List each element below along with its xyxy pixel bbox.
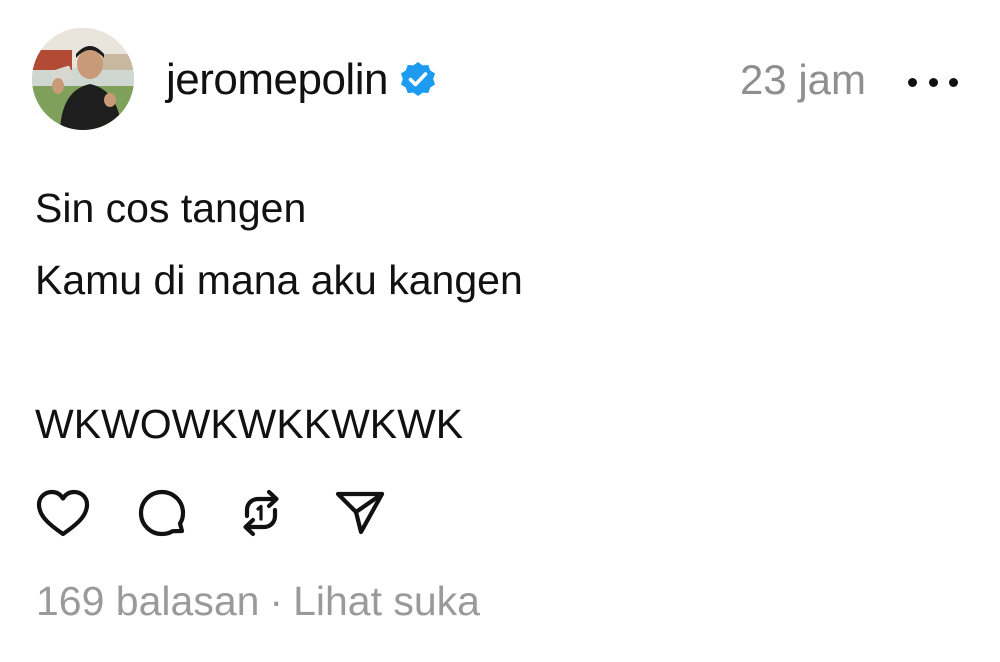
- post-text-line: Sin cos tangen: [35, 185, 307, 231]
- like-button[interactable]: [34, 484, 92, 542]
- dot: [908, 77, 917, 87]
- avatar-photo: [32, 28, 134, 130]
- post-text-line: [35, 316, 523, 388]
- dot: [949, 77, 958, 87]
- dot: [928, 77, 938, 87]
- replies-count-link[interactable]: 169 balasan: [36, 578, 259, 624]
- avatar[interactable]: [32, 28, 134, 130]
- post-timestamp: 23 jam: [739, 56, 866, 103]
- post-stats: 169 balasan · Lihat suka: [36, 578, 480, 625]
- comment-icon: [138, 489, 186, 537]
- heart-icon: [36, 489, 90, 537]
- action-bar: [34, 484, 389, 542]
- separator: ·: [269, 578, 284, 624]
- post-text-line: Kamu di mana aku kangen: [35, 257, 523, 303]
- more-options-icon[interactable]: [908, 72, 958, 92]
- username[interactable]: jeromepolin: [166, 55, 388, 105]
- repost-icon: [243, 489, 279, 537]
- verified-badge-icon: [398, 60, 438, 100]
- send-icon: [335, 491, 385, 535]
- thread-post: jeromepolin 23 jam Sin cos tangen Kamu d…: [0, 0, 1000, 662]
- post-text-line: WKWOWKWKKWKWK: [35, 401, 464, 447]
- post-text: Sin cos tangen Kamu di mana aku kangen W…: [35, 172, 523, 460]
- author-row: jeromepolin: [166, 52, 438, 108]
- view-likes-link[interactable]: Lihat suka: [293, 578, 480, 624]
- repost-button[interactable]: [232, 484, 290, 542]
- share-button[interactable]: [331, 484, 389, 542]
- reply-button[interactable]: [133, 484, 191, 542]
